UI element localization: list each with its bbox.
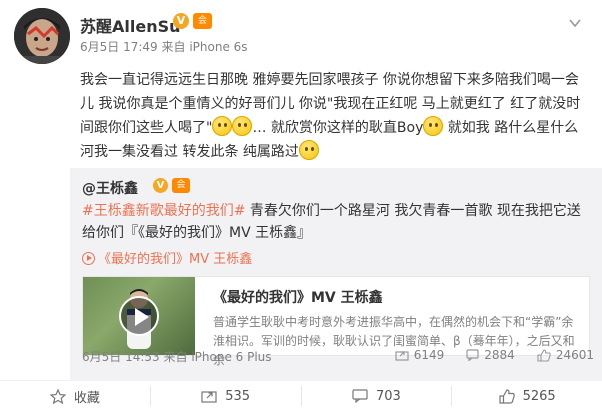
video-link-label: 《最好的我们》MV 王栎鑫 bbox=[98, 252, 253, 267]
repost-block: @王栎鑫 V 会 #王栎鑫新歌最好的我们# 青春欠你们一个路星河 我欠青春一首歌… bbox=[70, 168, 602, 380]
comment-button[interactable]: 703 bbox=[300, 386, 452, 406]
repost-text: #王栎鑫新歌最好的我们# 青春欠你们一个路星河 我欠青春一首歌 现在我把它送给你… bbox=[82, 200, 592, 244]
favorite-label: 收藏 bbox=[73, 390, 100, 406]
weibo-post-card: 苏醒AllenSu V 会 6月5日 17:49 来自 iPhone 6s 我会… bbox=[0, 0, 602, 410]
post-text: 我会一直记得远远生日那晚 雅婷要先回家喂孩子 你说你想留下来多陪我们喝一会儿 我… bbox=[80, 68, 592, 164]
repost-username[interactable]: @王栎鑫 bbox=[82, 178, 138, 198]
comment-icon bbox=[466, 349, 479, 361]
video-card-title[interactable]: 《最好的我们》MV 王栎鑫 bbox=[213, 287, 383, 307]
play-circle-icon bbox=[82, 252, 95, 265]
verified-badge-icon: V bbox=[173, 13, 189, 29]
post-meta: 6月5日 17:49 来自 iPhone 6s bbox=[80, 38, 248, 55]
smile-emoji-icon bbox=[298, 140, 319, 160]
repost-source: 来自 iPhone 6 Plus bbox=[163, 350, 272, 364]
like-button-count: 5265 bbox=[522, 388, 556, 404]
repost-stat-shares[interactable]: 6149 bbox=[395, 348, 445, 362]
repost-button[interactable]: 535 bbox=[149, 386, 301, 406]
post-username[interactable]: 苏醒AllenSu bbox=[80, 13, 181, 37]
play-button-icon[interactable] bbox=[119, 296, 159, 336]
share-icon bbox=[395, 351, 409, 361]
like-count: 24601 bbox=[555, 348, 594, 362]
repost-button-count: 535 bbox=[225, 388, 251, 404]
repost-count: 6149 bbox=[413, 348, 445, 362]
repost-stats: 6149 2884 24601 bbox=[373, 346, 594, 364]
repost-hashtag[interactable]: #王栎鑫新歌最好的我们# bbox=[82, 203, 245, 219]
repost-stat-comments[interactable]: 2884 bbox=[466, 348, 515, 362]
comment-icon bbox=[352, 389, 368, 403]
thumbs-up-icon bbox=[498, 388, 515, 404]
smile-emoji-icon bbox=[212, 116, 233, 136]
thumbs-up-icon bbox=[537, 348, 551, 362]
post-text-part2: … 就欣赏你这样的耿直Boy bbox=[252, 120, 424, 136]
star-icon bbox=[49, 388, 66, 404]
video-link[interactable]: 《最好的我们》MV 王栎鑫 bbox=[82, 248, 252, 267]
comment-count: 2884 bbox=[484, 348, 515, 362]
smile-emoji-icon bbox=[423, 116, 444, 136]
share-icon bbox=[201, 391, 217, 403]
repost-stat-likes[interactable]: 24601 bbox=[537, 348, 594, 362]
user-avatar[interactable] bbox=[14, 8, 70, 64]
repost-verified-badge-icon: V bbox=[153, 178, 168, 193]
video-thumbnail[interactable] bbox=[83, 277, 195, 355]
chevron-down-icon[interactable] bbox=[568, 16, 582, 30]
repost-member-badge-icon: 会 bbox=[172, 178, 190, 193]
post-date[interactable]: 6月5日 17:49 bbox=[80, 40, 158, 54]
post-source: 来自 iPhone 6s bbox=[161, 40, 248, 54]
favorite-button[interactable]: 收藏 bbox=[0, 386, 150, 406]
video-card[interactable]: 《最好的我们》MV 王栎鑫 普通学生耿耿中考时意外考进振华高中，在偶然的机会下和… bbox=[82, 276, 590, 367]
member-badge-icon: 会 bbox=[193, 13, 212, 29]
repost-date[interactable]: 6月5日 14:53 bbox=[82, 350, 160, 364]
repost-meta: 6月5日 14:53 来自 iPhone 6 Plus bbox=[82, 348, 272, 365]
action-bar: 收藏 535 703 5265 bbox=[0, 380, 602, 410]
comment-button-count: 703 bbox=[375, 388, 401, 404]
like-button[interactable]: 5265 bbox=[451, 386, 602, 406]
smile-emoji-icon bbox=[232, 116, 253, 136]
